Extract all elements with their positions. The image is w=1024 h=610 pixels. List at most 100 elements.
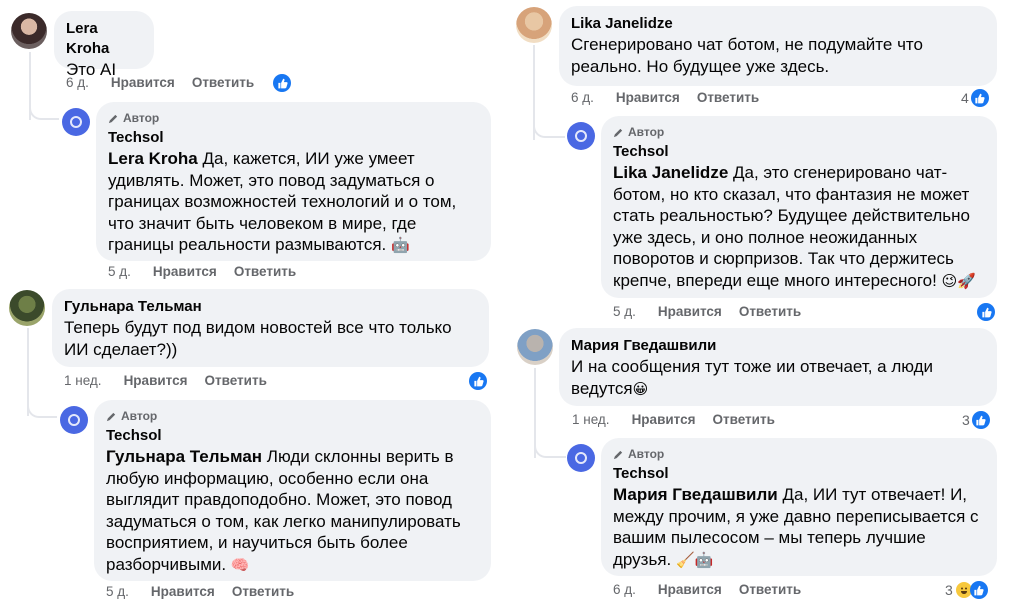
comments-column-left: Lera Kroha Это AI 6 д. Нравится Ответить…	[0, 0, 505, 610]
like-reaction-icon	[273, 74, 291, 92]
comment-bubble: Гульнара Тельман Теперь будут под видом …	[52, 289, 489, 367]
mention-link[interactable]: Гульнара Тельман	[106, 447, 262, 466]
comment-bubble: Lika Janelidze Сгенерировано чат ботом, …	[559, 6, 997, 86]
reply-button[interactable]: Ответить	[697, 89, 759, 107]
user-avatar[interactable]	[517, 329, 553, 365]
author-avatar[interactable]	[60, 406, 88, 434]
mention-link[interactable]: Lika Janelidze	[613, 163, 728, 182]
reaction-summary[interactable]: 3	[962, 411, 990, 429]
wink-rocket-emoji: 😉🚀	[941, 271, 976, 290]
author-avatar[interactable]	[62, 108, 90, 136]
comment-meta: 1 нед. Нравится Ответить	[64, 372, 284, 390]
like-button[interactable]: Нравится	[151, 583, 215, 601]
comment-text: Теперь будут под видом новостей все что …	[64, 318, 452, 359]
reply-bubble: Автор Techsol Мария Гведашвили Да, ИИ ту…	[601, 438, 997, 576]
comment-author-name[interactable]: Lera Kroha	[66, 19, 142, 59]
like-reaction-icon	[977, 303, 995, 321]
author-badge: Автор	[613, 124, 985, 140]
comment-author-name[interactable]: Гульнара Тельман	[64, 297, 477, 317]
author-avatar[interactable]	[567, 122, 595, 150]
comment-author-name[interactable]: Мария Гведашвили	[571, 336, 985, 356]
mention-link[interactable]: Lera Kroha	[108, 149, 198, 168]
reply-text: Lera Kroha Да, кажется, ИИ уже умеет уди…	[108, 149, 457, 254]
brain-emoji: 🧠	[230, 555, 250, 574]
reply-button[interactable]: Ответить	[234, 263, 296, 281]
like-reaction-icon	[971, 411, 990, 429]
comments-column-right: Lika Janelidze Сгенерировано чат ботом, …	[505, 0, 1024, 610]
comment-meta: 6 д. Нравится Ответить	[571, 89, 776, 107]
like-button[interactable]: Нравится	[124, 372, 188, 390]
reply-button[interactable]: Ответить	[739, 303, 801, 321]
author-badge-label: Автор	[121, 409, 158, 423]
reaction-summary[interactable]	[469, 372, 487, 390]
comment-text: И на сообщения тут тоже ии отвечает, а л…	[571, 357, 934, 398]
mention-link[interactable]: Мария Гведашвили	[613, 485, 778, 504]
author-avatar[interactable]	[567, 444, 595, 472]
reply-author-name[interactable]: Techsol	[613, 142, 985, 162]
comment-timestamp[interactable]: 1 нед.	[64, 372, 102, 390]
pencil-icon	[106, 412, 116, 421]
comment-author-name[interactable]: Lika Janelidze	[571, 14, 985, 34]
reply-meta: 5 д. Нравится Ответить	[613, 303, 818, 321]
like-button[interactable]: Нравится	[616, 89, 680, 107]
pencil-icon	[613, 128, 623, 137]
reply-timestamp[interactable]: 5 д.	[106, 583, 129, 601]
comment-bubble: Lera Kroha Это AI	[54, 11, 154, 79]
reply-text: Lika Janelidze Да, это сгенерировано чат…	[613, 163, 976, 290]
comment-timestamp[interactable]: 1 нед.	[572, 411, 610, 429]
pencil-icon	[108, 114, 118, 123]
robot-emoji: 🤖	[391, 236, 410, 254]
reply-bubble: Автор Techsol Lika Janelidze Да, это сге…	[601, 116, 997, 298]
comment-meta: 6 д. Нравится Ответить	[66, 74, 271, 92]
thread-branch	[533, 118, 565, 138]
reply-bubble: Автор Techsol Гульнара Тельман Люди скло…	[94, 400, 491, 581]
like-reaction-icon	[469, 372, 487, 390]
reply-button[interactable]: Ответить	[712, 411, 774, 429]
thread-branch	[27, 398, 57, 418]
reply-button[interactable]: Ответить	[204, 372, 266, 390]
author-badge-label: Автор	[123, 111, 160, 125]
reply-button[interactable]: Ответить	[192, 74, 254, 92]
broom-robot-emoji: 🧹🤖	[676, 550, 714, 569]
comment-meta: 1 нед. Нравится Ответить	[572, 411, 792, 429]
author-badge: Автор	[108, 110, 479, 126]
reaction-count: 3	[945, 582, 953, 598]
reaction-summary[interactable]: 3	[945, 581, 988, 599]
comment-text: Сгенерировано чат ботом, не подумайте чт…	[571, 35, 923, 76]
user-avatar[interactable]	[516, 7, 552, 43]
thread-branch	[534, 438, 566, 458]
reply-author-name[interactable]: Techsol	[613, 464, 985, 484]
like-button[interactable]: Нравится	[658, 303, 722, 321]
reaction-count: 4	[961, 90, 969, 106]
like-reaction-icon	[970, 89, 989, 107]
reply-text: Мария Гведашвили Да, ИИ тут отвечает! И,…	[613, 485, 979, 569]
reaction-summary[interactable]: 4	[961, 89, 989, 107]
pencil-icon	[613, 450, 623, 459]
like-button[interactable]: Нравится	[632, 411, 696, 429]
reaction-summary[interactable]	[977, 303, 995, 321]
grinning-emoji: 😀	[632, 379, 649, 398]
reply-timestamp[interactable]: 5 д.	[613, 303, 636, 321]
like-button[interactable]: Нравится	[111, 74, 175, 92]
reply-timestamp[interactable]: 5 д.	[108, 263, 131, 281]
comment-bubble: Мария Гведашвили И на сообщения тут тоже…	[559, 328, 997, 406]
comment-timestamp[interactable]: 6 д.	[66, 74, 89, 92]
like-button[interactable]: Нравится	[658, 581, 722, 599]
user-avatar[interactable]	[11, 13, 47, 49]
reply-text: Гульнара Тельман Люди склонны верить в л…	[106, 447, 461, 574]
reply-author-name[interactable]: Techsol	[106, 426, 479, 446]
comment-timestamp[interactable]: 6 д.	[571, 89, 594, 107]
reply-button[interactable]: Ответить	[739, 581, 801, 599]
reply-meta: 5 д. Нравится Ответить	[108, 263, 313, 281]
author-badge: Автор	[613, 446, 985, 462]
reply-author-name[interactable]: Techsol	[108, 128, 479, 148]
reply-button[interactable]: Ответить	[232, 583, 294, 601]
like-reaction-icon	[969, 581, 988, 599]
reaction-summary[interactable]	[273, 74, 291, 92]
like-button[interactable]: Нравится	[153, 263, 217, 281]
reply-timestamp[interactable]: 6 д.	[613, 581, 636, 599]
reply-meta: 5 д. Нравится Ответить	[106, 583, 311, 601]
author-badge-label: Автор	[628, 447, 665, 461]
reply-meta: 6 д. Нравится Ответить	[613, 581, 818, 599]
user-avatar[interactable]	[9, 290, 45, 326]
